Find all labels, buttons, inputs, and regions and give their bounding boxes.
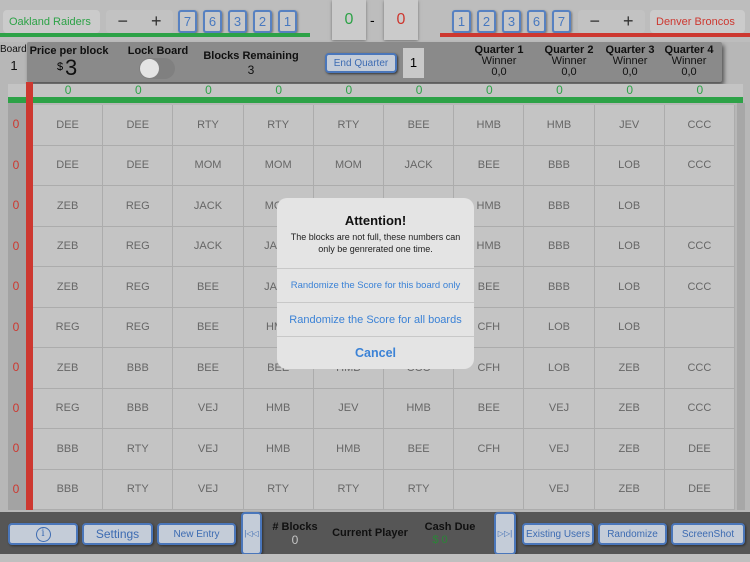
randomize-this-board-option[interactable]: Randomize the Score for this board only bbox=[277, 268, 474, 302]
cancel-option[interactable]: Cancel bbox=[277, 336, 474, 369]
attention-dialog: Attention! The blocks are not full, thes… bbox=[277, 198, 474, 369]
dialog-message: The blocks are not full, these numbers c… bbox=[290, 232, 461, 254]
randomize-all-boards-option[interactable]: Randomize the Score for all boards bbox=[277, 302, 474, 336]
dialog-title: Attention! bbox=[344, 213, 407, 228]
